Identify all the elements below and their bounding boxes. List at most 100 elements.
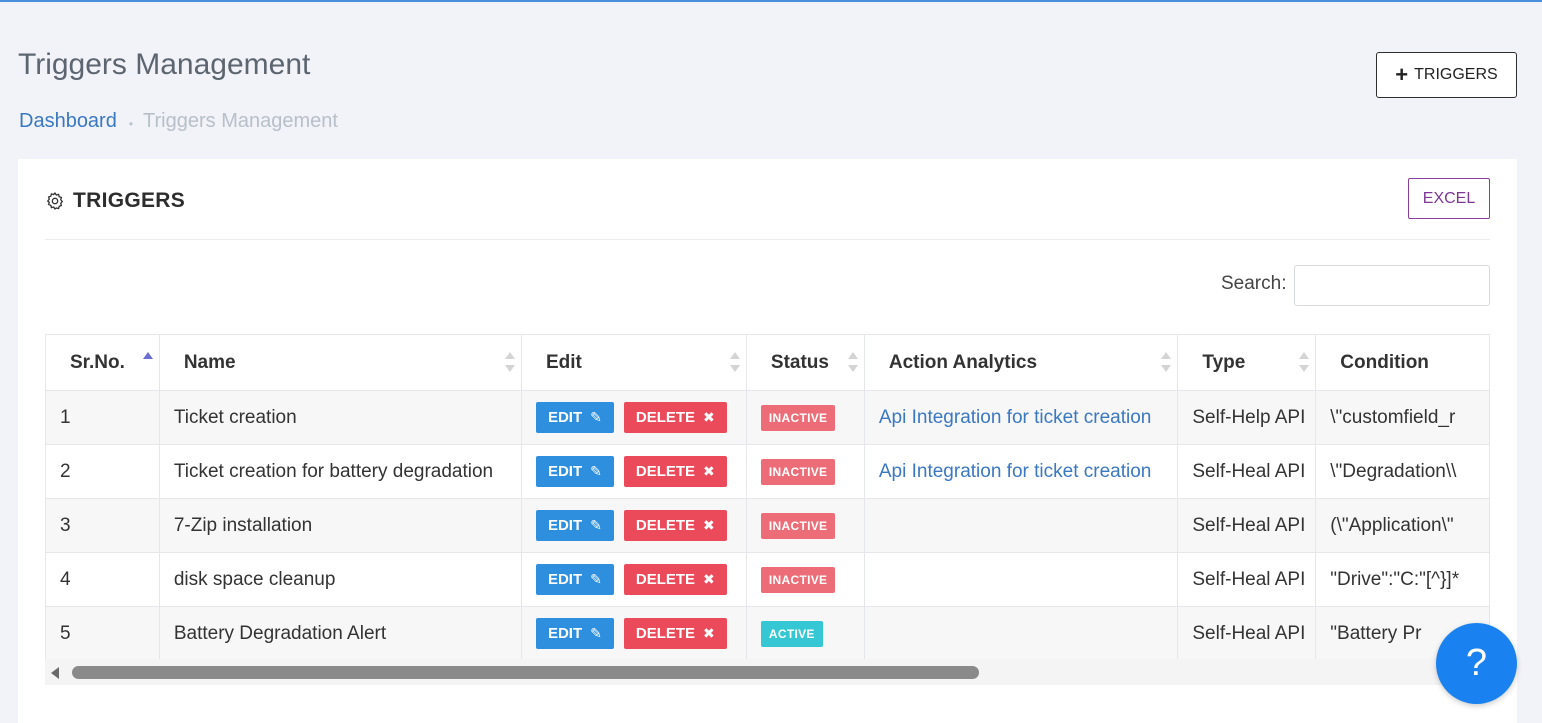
cell-condition: "Drive":"C:"[^}]* xyxy=(1315,552,1490,607)
edit-button[interactable]: EDIT ✎ xyxy=(535,510,614,541)
column-header-edit[interactable]: Edit xyxy=(520,334,747,391)
triggers-card: TRIGGERS EXCEL Search: Sr.No. Name Edit … xyxy=(18,159,1517,723)
status-badge: ACTIVE xyxy=(760,620,823,647)
add-trigger-label: TRIGGERS xyxy=(1414,66,1498,83)
column-header-condition[interactable]: Condition xyxy=(1315,334,1490,391)
sort-icon xyxy=(1161,352,1172,372)
close-icon: ✖ xyxy=(703,571,715,587)
table-row: 2 Ticket creation for battery degradatio… xyxy=(45,444,1490,499)
add-trigger-button[interactable]: + TRIGGERS xyxy=(1376,52,1517,98)
excel-export-button[interactable]: EXCEL xyxy=(1408,178,1490,219)
help-button[interactable]: ? xyxy=(1436,623,1517,704)
delete-button[interactable]: DELETE ✖ xyxy=(623,618,727,649)
edit-icon: ✎ xyxy=(590,409,602,425)
breadcrumb-current: Triggers Management xyxy=(143,110,338,132)
cell-sr-no: 4 xyxy=(45,552,160,607)
sort-icon xyxy=(1299,352,1310,372)
delete-label: DELETE xyxy=(635,517,696,534)
sort-ascending-icon xyxy=(142,352,153,372)
cell-status: INACTIVE xyxy=(745,390,865,445)
cell-name: disk space cleanup xyxy=(158,552,522,607)
table-header-row: Sr.No. Name Edit Status Action Analytics… xyxy=(45,334,1490,391)
delete-button[interactable]: DELETE ✖ xyxy=(623,456,727,487)
column-header-action-analytics[interactable]: Action Analytics xyxy=(863,334,1179,391)
cell-condition: (\"Application\" xyxy=(1315,498,1490,553)
cell-sr-no: 5 xyxy=(45,606,160,661)
card-header: TRIGGERS xyxy=(45,189,185,213)
cell-status: INACTIVE xyxy=(745,552,865,607)
column-header-label: Status xyxy=(770,351,829,373)
page-title: Triggers Management xyxy=(18,48,311,81)
cell-sr-no: 1 xyxy=(45,390,160,445)
table-row: 1 Ticket creation EDIT ✎ DELETE ✖ INACTIVE … xyxy=(45,390,1490,445)
delete-label: DELETE xyxy=(635,409,696,426)
horizontal-scrollbar[interactable] xyxy=(45,659,1490,685)
edit-button[interactable]: EDIT ✎ xyxy=(535,456,614,487)
table-row: 5 Battery Degradation Alert EDIT ✎ DELETE ✖… xyxy=(45,606,1490,661)
edit-button[interactable]: EDIT ✎ xyxy=(535,402,614,433)
action-analytics-link[interactable]: Api Integration for ticket creation xyxy=(879,407,1151,428)
edit-label: EDIT xyxy=(547,409,583,426)
column-header-label: Name xyxy=(183,351,236,373)
edit-label: EDIT xyxy=(547,463,583,480)
table-row: 4 disk space cleanup EDIT ✎ DELETE ✖ INACTI… xyxy=(45,552,1490,607)
cell-condition: \"customfield_r xyxy=(1315,390,1490,445)
column-header-name[interactable]: Name xyxy=(158,334,522,391)
scrollbar-thumb[interactable] xyxy=(72,666,979,679)
column-header-label: Action Analytics xyxy=(888,351,1038,373)
column-header-label: Edit xyxy=(545,351,582,373)
search-input[interactable] xyxy=(1294,265,1490,306)
cell-sr-no: 2 xyxy=(45,444,160,499)
cell-action-analytics xyxy=(863,498,1179,553)
cell-sr-no: 3 xyxy=(45,498,160,553)
column-header-label: Condition xyxy=(1340,351,1429,373)
action-analytics-link[interactable]: Api Integration for ticket creation xyxy=(879,461,1151,482)
column-header-label: Sr.No. xyxy=(70,351,125,373)
close-icon: ✖ xyxy=(703,517,715,533)
breadcrumb-dashboard-link[interactable]: Dashboard xyxy=(19,110,117,133)
cell-type: Self-Heal API xyxy=(1177,498,1317,553)
edit-icon: ✎ xyxy=(590,571,602,587)
column-header-type[interactable]: Type xyxy=(1177,334,1317,391)
cell-action-analytics: Api Integration for ticket creation xyxy=(863,390,1179,445)
cell-name: Ticket creation for battery degradation xyxy=(158,444,522,499)
plus-icon: + xyxy=(1395,62,1409,87)
delete-button[interactable]: DELETE ✖ xyxy=(623,510,727,541)
cell-condition: \"Degradation\\ xyxy=(1315,444,1490,499)
cell-action-analytics: Api Integration for ticket creation xyxy=(863,444,1179,499)
scroll-left-arrow-icon[interactable] xyxy=(51,667,59,679)
delete-button[interactable]: DELETE ✖ xyxy=(623,564,727,595)
status-badge: INACTIVE xyxy=(760,512,836,539)
cell-actions: EDIT ✎ DELETE ✖ xyxy=(520,606,747,661)
close-icon: ✖ xyxy=(703,625,715,641)
cell-type: Self-Heal API xyxy=(1177,444,1317,499)
sort-icon xyxy=(504,352,515,372)
cell-action-analytics xyxy=(863,552,1179,607)
triggers-table: Sr.No. Name Edit Status Action Analytics… xyxy=(45,334,1490,661)
edit-icon: ✎ xyxy=(590,517,602,533)
cell-type: Self-Help API xyxy=(1177,390,1317,445)
edit-label: EDIT xyxy=(547,625,583,642)
breadcrumb: Dashboard • Triggers Management xyxy=(19,110,338,133)
status-badge: INACTIVE xyxy=(760,566,836,593)
edit-label: EDIT xyxy=(547,517,583,534)
edit-button[interactable]: EDIT ✎ xyxy=(535,564,614,595)
search-label: Search: xyxy=(1221,273,1287,294)
cell-actions: EDIT ✎ DELETE ✖ xyxy=(520,444,747,499)
delete-label: DELETE xyxy=(635,625,696,642)
status-badge: INACTIVE xyxy=(760,458,836,485)
edit-button[interactable]: EDIT ✎ xyxy=(535,618,614,649)
column-header-status[interactable]: Status xyxy=(745,334,865,391)
cell-actions: EDIT ✎ DELETE ✖ xyxy=(520,552,747,607)
column-header-sr-no[interactable]: Sr.No. xyxy=(45,334,160,391)
table-row: 3 7-Zip installation EDIT ✎ DELETE ✖ INACTI… xyxy=(45,498,1490,553)
triggers-table-container: Sr.No. Name Edit Status Action Analytics… xyxy=(45,334,1490,684)
status-badge: INACTIVE xyxy=(760,404,836,431)
cell-type: Self-Heal API xyxy=(1177,606,1317,661)
breadcrumb-separator: • xyxy=(128,116,134,131)
cell-name: 7-Zip installation xyxy=(158,498,522,553)
delete-label: DELETE xyxy=(635,463,696,480)
gear-icon xyxy=(46,192,64,210)
delete-button[interactable]: DELETE ✖ xyxy=(623,402,727,433)
card-title: TRIGGERS xyxy=(73,189,186,212)
